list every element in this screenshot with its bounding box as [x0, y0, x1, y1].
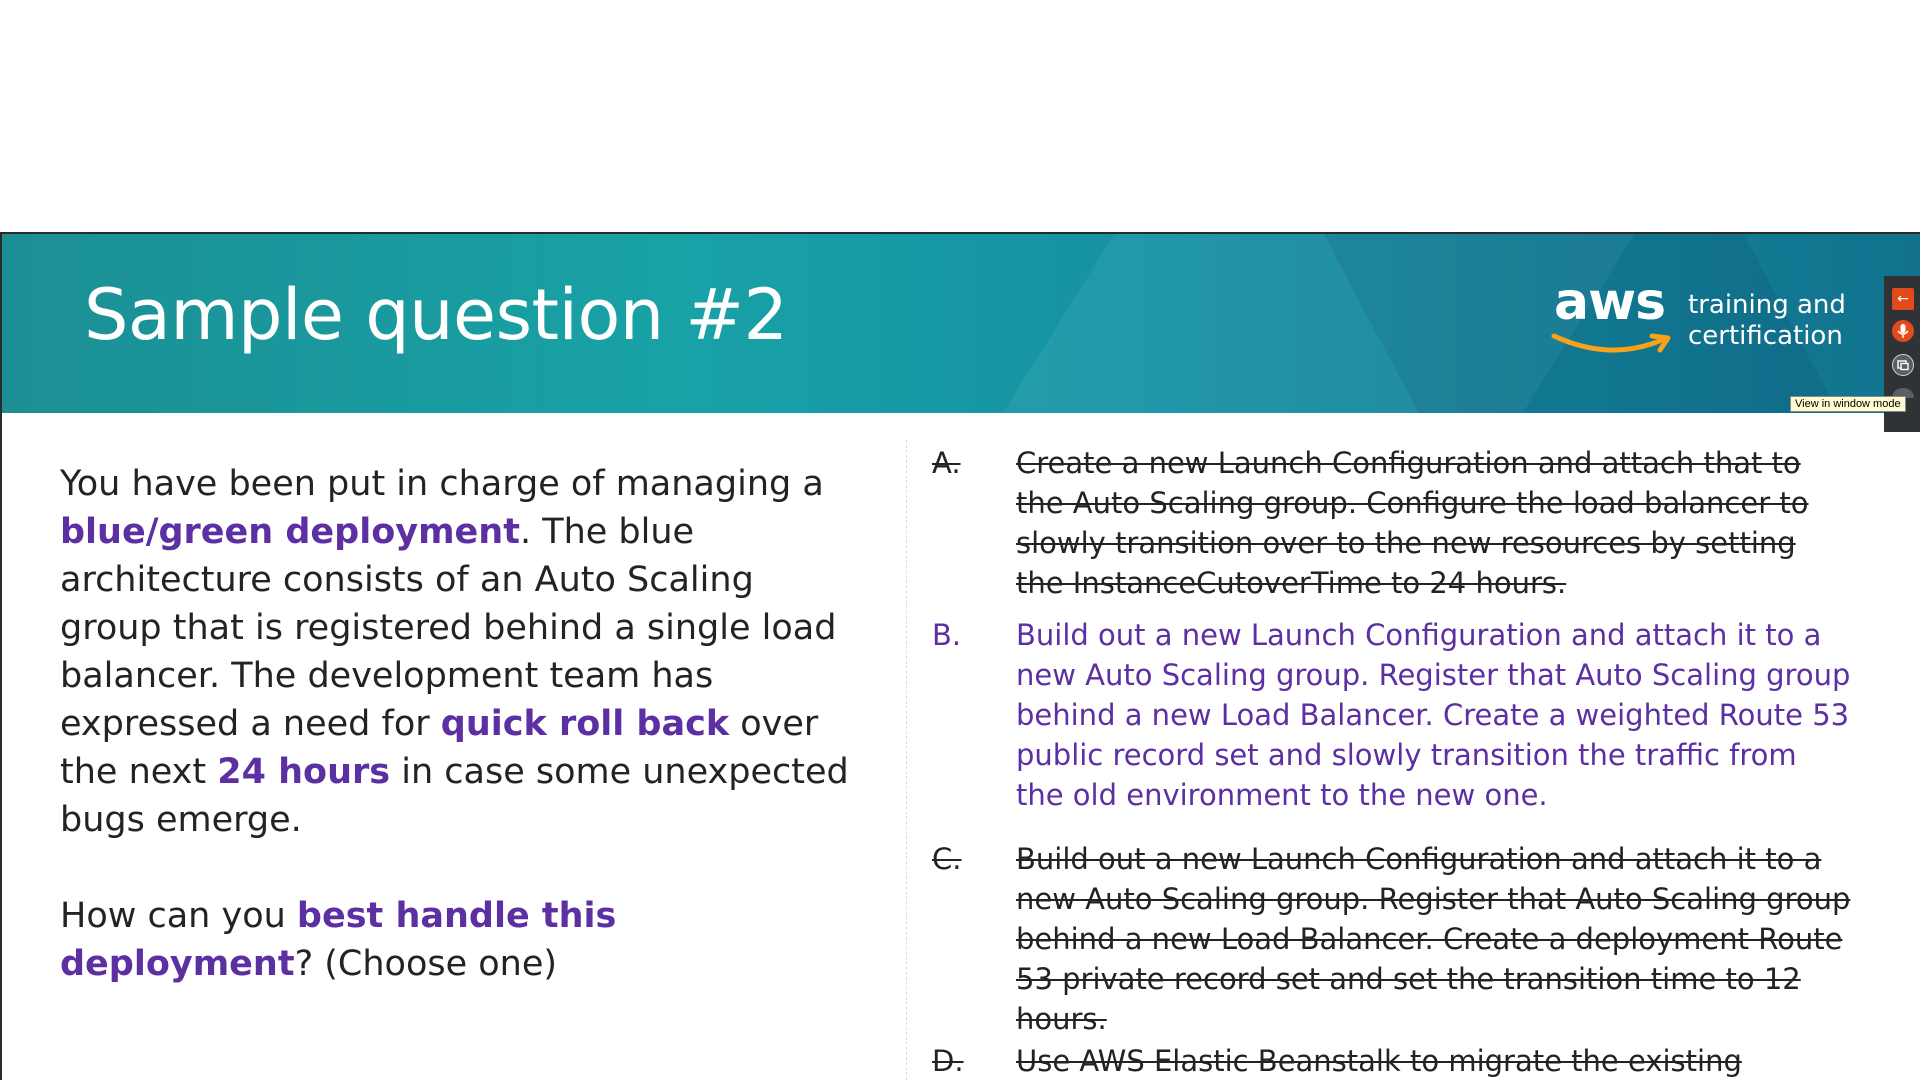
- option-letter: A.: [932, 446, 961, 480]
- question-paragraph: You have been put in charge of managing …: [60, 460, 860, 844]
- logo-line-1: training and: [1688, 290, 1846, 320]
- microphone-glyph: [1897, 324, 1909, 338]
- highlight-24-hours: 24 hours: [217, 752, 391, 792]
- column-divider: [906, 440, 907, 1080]
- option-text: Build out a new Launch Configuration and…: [1016, 618, 1851, 812]
- logo-brand-text: aws: [1554, 272, 1666, 332]
- arrow-left-icon[interactable]: ←: [1892, 288, 1914, 310]
- option-text: Create a new Launch Configuration and at…: [1016, 446, 1809, 600]
- aws-logo: aws training and certification: [1550, 272, 1860, 368]
- slide-banner: Sample question #2 aws training and cert…: [2, 234, 1920, 413]
- option-b-correct: B. Build out a new Launch Configuration …: [932, 615, 1852, 815]
- question-text-segment: You have been put in charge of managing …: [60, 464, 824, 504]
- question-text: You have been put in charge of managing …: [60, 460, 860, 988]
- highlight-quick-roll-back: quick roll back: [440, 704, 730, 744]
- option-d: D. Use AWS Elastic Beanstalk to migrate …: [932, 1041, 1852, 1080]
- window-mode-icon[interactable]: [1892, 354, 1914, 376]
- question-text-segment: How can you: [60, 896, 297, 936]
- option-c: C. Build out a new Launch Configuration …: [932, 839, 1852, 1039]
- option-text: Use AWS Elastic Beanstalk to migrate the…: [1016, 1044, 1742, 1078]
- highlight-blue-green: blue/green deployment: [60, 512, 520, 552]
- window-glyph: [1897, 360, 1909, 371]
- answer-options: A. Create a new Launch Configuration and…: [932, 443, 1852, 1080]
- window-mode-tooltip: View in window mode: [1790, 396, 1906, 412]
- question-prompt: How can you best handle this deployment?…: [60, 892, 860, 988]
- option-letter: C.: [932, 842, 962, 876]
- question-text-segment: ? (Choose one): [294, 944, 558, 984]
- slide-title: Sample question #2: [84, 274, 788, 356]
- logo-line-2: certification: [1688, 321, 1843, 351]
- option-a: A. Create a new Launch Configuration and…: [932, 443, 1852, 603]
- option-letter: B.: [932, 618, 962, 652]
- viewport: Sample question #2 aws training and cert…: [0, 0, 1920, 1080]
- aws-smile-icon: [1551, 333, 1671, 353]
- option-letter: D.: [932, 1044, 964, 1078]
- logo-subtitle: training and certification: [1688, 290, 1846, 352]
- option-text: Build out a new Launch Configuration and…: [1016, 842, 1851, 1036]
- microphone-icon[interactable]: [1892, 320, 1914, 342]
